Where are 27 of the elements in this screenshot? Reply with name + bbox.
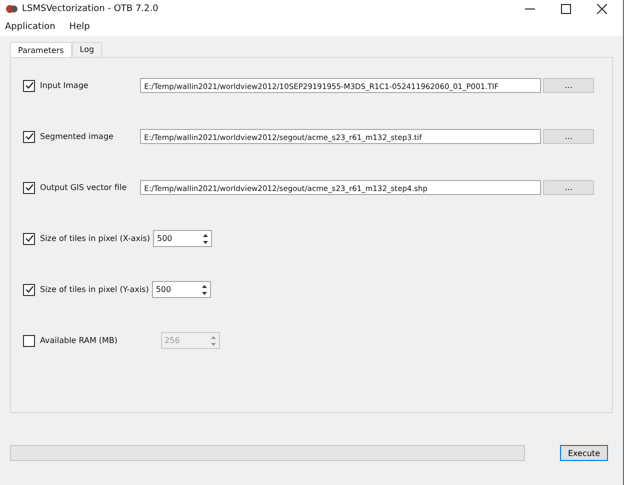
parameter-label: Output GIS vector file [40,183,128,192]
window-title: LSMSVectorization - OTB 7.2.0 [22,4,158,14]
parameter-label: Input Image [40,81,90,90]
spin-box[interactable]: 500 [152,230,212,247]
browse-button[interactable]: ... [543,129,594,144]
app-icon [6,4,18,14]
spin-arrows-icon[interactable] [200,284,208,296]
menu-item[interactable]: Application [5,22,56,32]
parameter-label: Size of tiles in pixel (X-axis) [40,234,150,243]
browse-button[interactable]: ... [543,78,594,93]
parameter-label: Segmented image [40,132,114,141]
parameter-label: Size of tiles in pixel (Y-axis) [40,285,149,294]
spin-arrows-icon[interactable] [202,232,209,244]
maximize-icon[interactable] [561,4,571,14]
checkbox[interactable] [23,182,35,194]
checkbox[interactable] [23,80,35,92]
checkbox[interactable] [23,284,35,296]
checkbox[interactable] [23,232,35,244]
tab[interactable]: Log [72,42,102,57]
browse-button[interactable]: ... [543,180,594,195]
parameter-label: Available RAM (MB) [40,336,118,345]
spin-box[interactable]: 500 [152,281,211,298]
tab[interactable]: Parameters [10,42,72,57]
checkbox[interactable] [23,130,35,142]
menu-item[interactable]: Help [69,22,90,32]
close-icon[interactable] [597,4,607,14]
execute-button[interactable]: Execute [560,445,608,461]
